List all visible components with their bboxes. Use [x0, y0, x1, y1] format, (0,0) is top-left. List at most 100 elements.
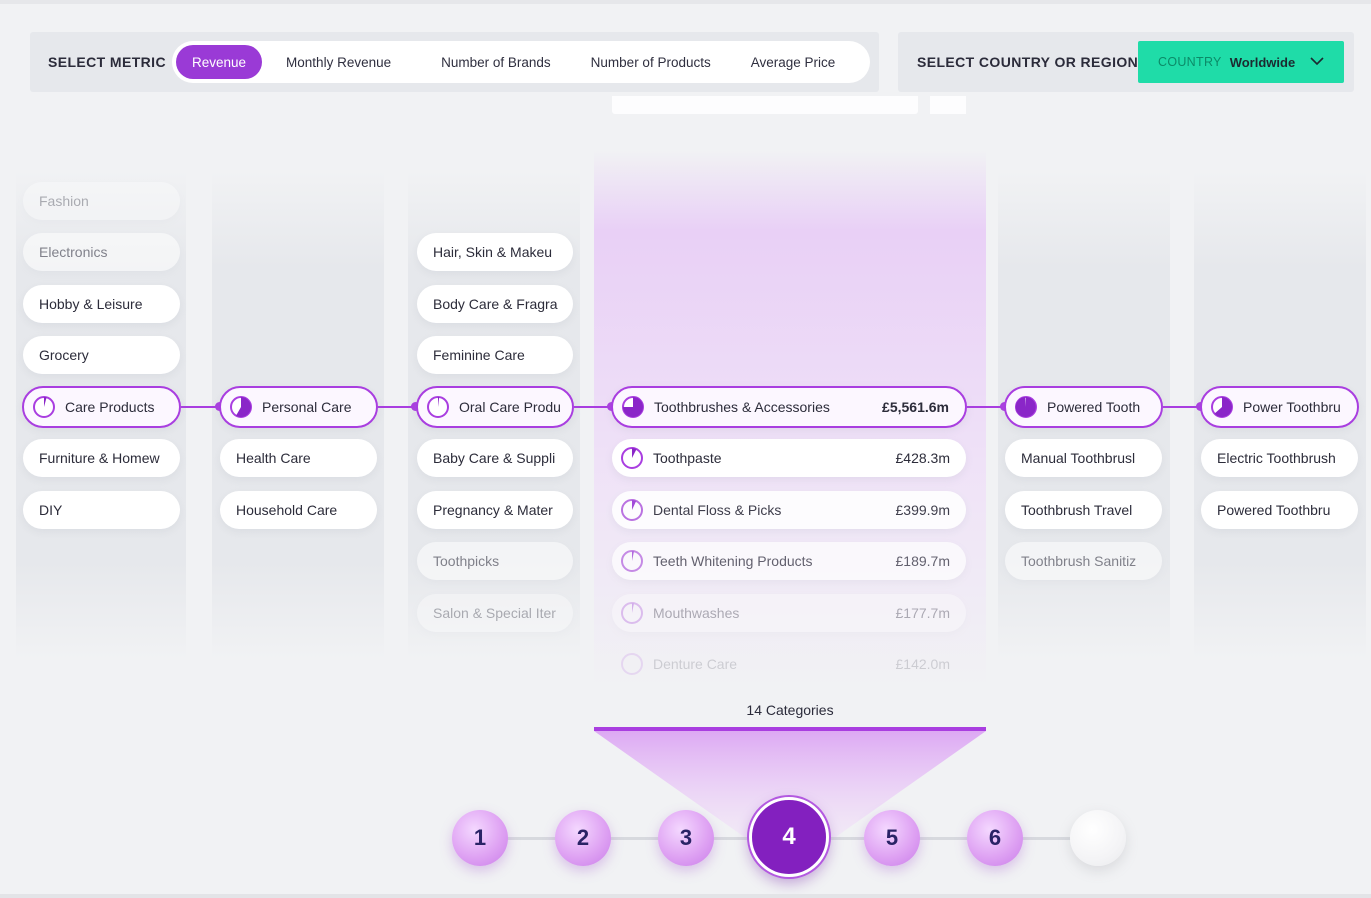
- category-label: Manual Toothbrusl: [1021, 450, 1136, 466]
- metric-selector: SELECT METRIC Revenue Monthly Revenue Nu…: [30, 32, 879, 92]
- category-item-selected[interactable]: Care Products: [22, 386, 181, 428]
- category-value: £142.0m: [895, 656, 950, 672]
- category-label: Feminine Care: [433, 347, 525, 363]
- category-value: £399.9m: [895, 502, 950, 518]
- category-label: Toothbrush Travel: [1021, 502, 1133, 518]
- share-pie-icon: [1211, 396, 1233, 418]
- share-pie-icon: [622, 396, 644, 418]
- category-label: Dental Floss & Picks: [653, 502, 782, 518]
- category-item[interactable]: Teeth Whitening Products £189.7m: [612, 542, 966, 580]
- category-label: Hobby & Leisure: [39, 296, 143, 312]
- category-label: Oral Care Produ: [459, 399, 561, 415]
- category-label: Power Toothbru: [1243, 399, 1341, 415]
- bottom-edge: [0, 894, 1371, 898]
- level-step-3[interactable]: 3: [658, 810, 714, 866]
- category-item[interactable]: Hair, Skin & Makeu: [417, 233, 573, 271]
- category-item-selected[interactable]: Power Toothbru: [1200, 386, 1359, 428]
- category-label: Health Care: [236, 450, 311, 466]
- category-label: Toothpicks: [433, 553, 500, 569]
- metric-option-revenue[interactable]: Revenue: [176, 45, 263, 79]
- category-item[interactable]: Toothpaste £428.3m: [612, 439, 966, 477]
- category-label: Toothbrushes & Accessories: [654, 399, 830, 415]
- category-label: Toothpaste: [653, 450, 722, 466]
- category-item[interactable]: Hobby & Leisure: [23, 285, 180, 323]
- top-edge: [0, 0, 1371, 4]
- metric-option-number-of-products[interactable]: Number of Products: [575, 45, 727, 79]
- category-item-selected[interactable]: Oral Care Produ: [416, 386, 574, 428]
- faded-search-button: [930, 96, 966, 114]
- metric-options: Revenue Monthly Revenue Number of Brands…: [172, 41, 870, 83]
- share-pie-icon: [621, 499, 643, 521]
- category-item[interactable]: Feminine Care: [417, 336, 573, 374]
- share-pie-icon: [427, 396, 449, 418]
- category-label: Powered Toothbru: [1217, 502, 1331, 518]
- category-item[interactable]: Salon & Special Iter: [417, 594, 573, 632]
- level-step-5[interactable]: 5: [864, 810, 920, 866]
- category-label: Pregnancy & Mater: [433, 502, 553, 518]
- share-pie-icon: [621, 602, 643, 624]
- category-item[interactable]: Mouthwashes £177.7m: [612, 594, 966, 632]
- category-item-selected[interactable]: Powered Tooth: [1004, 386, 1163, 428]
- category-item[interactable]: Toothbrush Sanitiz: [1005, 542, 1162, 580]
- category-item[interactable]: Toothbrush Travel: [1005, 491, 1162, 529]
- category-item[interactable]: DIY: [23, 491, 180, 529]
- country-label: COUNTRY: [1158, 55, 1222, 69]
- category-item-selected[interactable]: Toothbrushes & Accessories £5,561.6m: [611, 386, 967, 428]
- country-dropdown[interactable]: COUNTRY Worldwide: [1138, 41, 1344, 83]
- level-step-6[interactable]: 6: [967, 810, 1023, 866]
- category-item[interactable]: Denture Care £142.0m: [612, 645, 966, 683]
- category-label: Electric Toothbrush: [1217, 450, 1336, 466]
- share-pie-icon: [33, 396, 55, 418]
- category-label: Furniture & Homew: [39, 450, 160, 466]
- category-item[interactable]: Grocery: [23, 336, 180, 374]
- category-label: DIY: [39, 502, 63, 518]
- country-selector: SELECT COUNTRY OR REGION COUNTRY Worldwi…: [898, 32, 1354, 92]
- category-label: Hair, Skin & Makeu: [433, 244, 553, 260]
- metric-option-average-price[interactable]: Average Price: [735, 45, 852, 79]
- level-step-1[interactable]: 1: [452, 810, 508, 866]
- category-label: Personal Care: [262, 399, 352, 415]
- category-item[interactable]: Powered Toothbru: [1201, 491, 1358, 529]
- share-pie-icon: [230, 396, 252, 418]
- level-step-4[interactable]: 4: [749, 797, 829, 877]
- category-count: 14 Categories: [746, 702, 834, 718]
- category-label: Body Care & Fragra: [433, 296, 558, 312]
- connector-1-2: [181, 406, 219, 408]
- category-item[interactable]: Baby Care & Suppli: [417, 439, 573, 477]
- category-label: Denture Care: [653, 656, 738, 672]
- category-label: Electronics: [39, 244, 108, 260]
- category-item[interactable]: Electric Toothbrush: [1201, 439, 1358, 477]
- metric-option-monthly-revenue[interactable]: Monthly Revenue: [270, 45, 407, 79]
- category-item[interactable]: Pregnancy & Mater: [417, 491, 573, 529]
- category-item[interactable]: Health Care: [220, 439, 377, 477]
- category-item[interactable]: Fashion: [23, 182, 180, 220]
- category-item[interactable]: Electronics: [23, 233, 180, 271]
- category-item[interactable]: Manual Toothbrusl: [1005, 439, 1162, 477]
- metric-option-number-of-brands[interactable]: Number of Brands: [425, 45, 567, 79]
- category-label: Baby Care & Suppli: [433, 450, 556, 466]
- category-label: Care Products: [65, 399, 155, 415]
- category-label: Salon & Special Iter: [433, 605, 556, 621]
- share-pie-icon: [1015, 396, 1037, 418]
- metric-title: SELECT METRIC: [48, 54, 166, 70]
- category-value: £189.7m: [895, 553, 950, 569]
- category-label: Household Care: [236, 502, 338, 518]
- category-item[interactable]: Furniture & Homew: [23, 439, 180, 477]
- category-item[interactable]: Household Care: [220, 491, 377, 529]
- chevron-down-icon: [1310, 57, 1324, 66]
- level-step-empty[interactable]: [1070, 810, 1126, 866]
- category-item-selected[interactable]: Personal Care: [219, 386, 378, 428]
- category-label: Teeth Whitening Products: [653, 553, 813, 569]
- category-item[interactable]: Dental Floss & Picks £399.9m: [612, 491, 966, 529]
- level-step-2[interactable]: 2: [555, 810, 611, 866]
- country-value: Worldwide: [1229, 54, 1296, 70]
- category-value: £177.7m: [895, 605, 950, 621]
- category-item[interactable]: Body Care & Fragra: [417, 285, 573, 323]
- category-label: Mouthwashes: [653, 605, 740, 621]
- share-pie-icon: [621, 447, 643, 469]
- faded-search-field: [612, 96, 918, 114]
- share-pie-icon: [621, 550, 643, 572]
- category-item[interactable]: Toothpicks: [417, 542, 573, 580]
- category-label: Fashion: [39, 193, 89, 209]
- category-label: Grocery: [39, 347, 89, 363]
